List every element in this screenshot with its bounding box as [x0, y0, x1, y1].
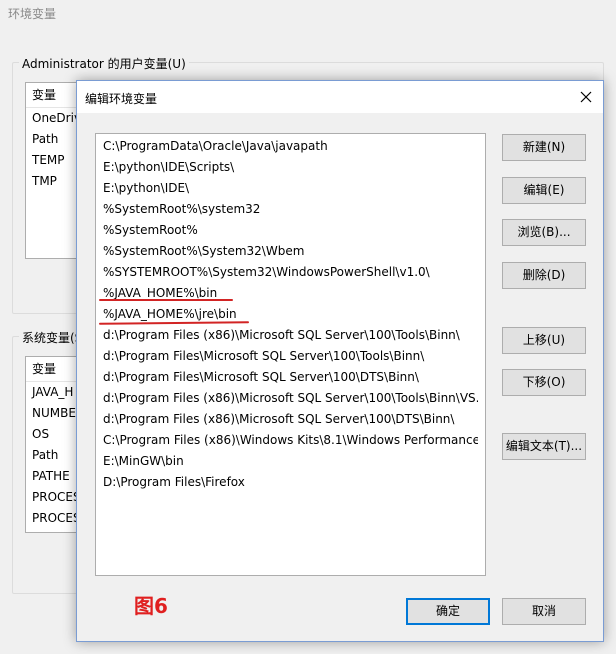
dialog-title: 编辑环境变量 [85, 92, 158, 106]
path-item[interactable]: %SYSTEMROOT%\System32\WindowsPowerShell\… [96, 262, 478, 283]
path-item[interactable]: D:\Program Files\Firefox [96, 472, 478, 493]
path-item[interactable]: %SystemRoot% [96, 220, 478, 241]
path-item[interactable]: %SystemRoot%\system32 [96, 199, 478, 220]
close-icon [580, 91, 592, 103]
browse-button[interactable]: 浏览(B)... [502, 219, 586, 246]
path-item[interactable]: %SystemRoot%\System32\Wbem [96, 241, 478, 262]
dialog-titlebar[interactable]: 编辑环境变量 [77, 81, 603, 113]
edit-button[interactable]: 编辑(E) [502, 177, 586, 204]
path-item[interactable]: d:\Program Files (x86)\Microsoft SQL Ser… [96, 388, 478, 409]
move-up-button[interactable]: 上移(U) [502, 327, 586, 354]
path-item[interactable]: E:\python\IDE\ [96, 178, 478, 199]
highlight-underline-java-bin [99, 299, 233, 301]
path-item[interactable]: d:\Program Files\Microsoft SQL Server\10… [96, 367, 478, 388]
delete-button[interactable]: 删除(D) [502, 262, 586, 289]
close-button[interactable] [573, 84, 599, 110]
path-item[interactable]: d:\Program Files\Microsoft SQL Server\10… [96, 346, 478, 367]
ok-button[interactable]: 确定 [406, 598, 490, 625]
path-item[interactable]: C:\Program Files (x86)\Windows Kits\8.1\… [96, 430, 478, 451]
cancel-button[interactable]: 取消 [502, 598, 586, 625]
user-vars-label: Administrator 的用户变量(U) [19, 55, 189, 72]
path-list[interactable]: C:\ProgramData\Oracle\Java\javapath E:\p… [95, 133, 486, 576]
edit-env-var-dialog: 编辑环境变量 C:\ProgramData\Oracle\Java\javapa… [76, 80, 604, 642]
figure-label: 图6 [134, 594, 168, 618]
window-title: 环境变量 [8, 7, 57, 21]
path-item[interactable]: E:\MinGW\bin [96, 451, 478, 472]
path-item[interactable]: d:\Program Files (x86)\Microsoft SQL Ser… [96, 325, 478, 346]
path-item[interactable]: C:\ProgramData\Oracle\Java\javapath [96, 136, 478, 157]
path-item[interactable]: d:\Program Files (x86)\Microsoft SQL Ser… [96, 409, 478, 430]
new-button[interactable]: 新建(N) [502, 134, 586, 161]
path-item[interactable]: E:\python\IDE\Scripts\ [96, 157, 478, 178]
move-down-button[interactable]: 下移(O) [502, 369, 586, 396]
edit-text-button[interactable]: 编辑文本(T)... [502, 433, 586, 460]
